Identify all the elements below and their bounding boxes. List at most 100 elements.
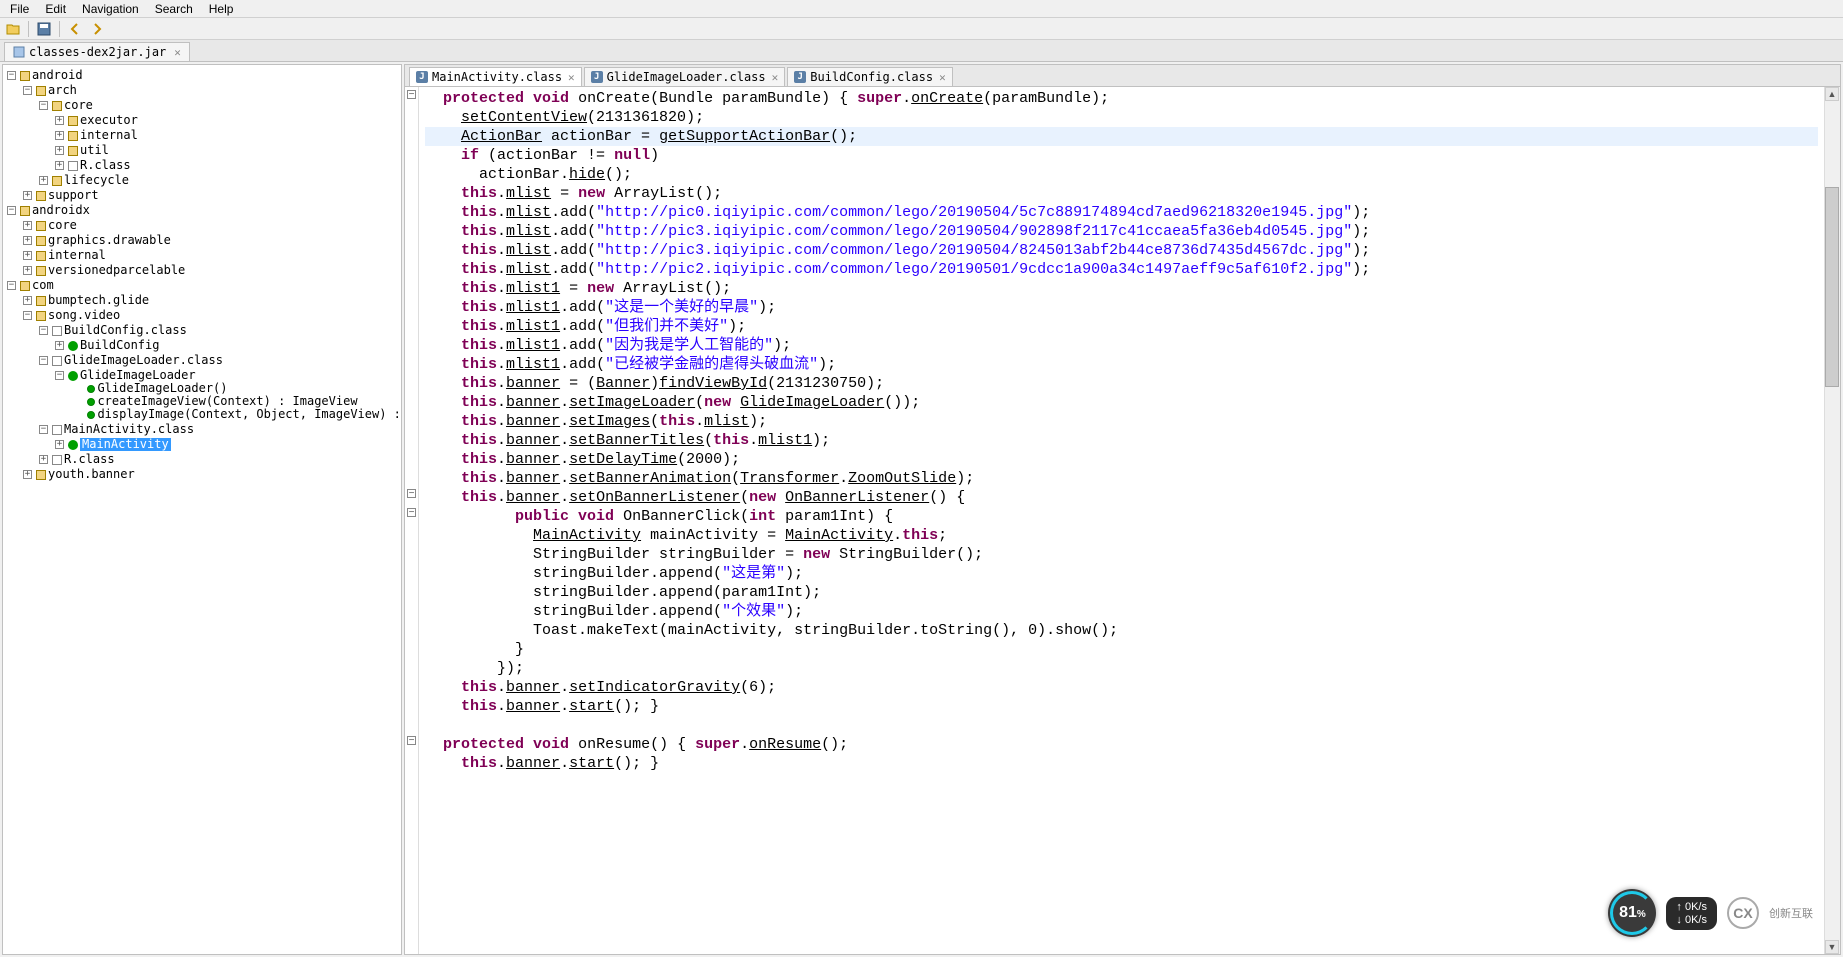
menu-navigation[interactable]: Navigation <box>76 1 145 17</box>
class-icon <box>68 341 78 351</box>
tree-node-youth-banner[interactable]: + youth.banner <box>23 468 135 481</box>
scroll-down-icon[interactable]: ▼ <box>1825 940 1839 954</box>
tree-node-executor[interactable]: + executor <box>55 114 138 127</box>
vertical-scrollbar[interactable]: ▲ ▼ <box>1824 87 1840 954</box>
package-icon <box>36 86 46 96</box>
editor-tab-buildconfig[interactable]: J BuildConfig.class ✕ <box>787 67 952 86</box>
fold-marker-icon[interactable]: − <box>407 90 416 99</box>
tree-node-bumptech-glide[interactable]: + bumptech.glide <box>23 294 149 307</box>
class-file-icon <box>52 455 62 465</box>
package-icon <box>36 236 46 246</box>
package-icon <box>52 176 62 186</box>
editor-tab-label: BuildConfig.class <box>810 70 933 84</box>
java-class-icon: J <box>416 71 428 83</box>
package-icon <box>36 311 46 321</box>
tree-node-song-video[interactable]: − song.video <box>23 309 120 322</box>
tree-node-buildconfig-class[interactable]: − BuildConfig.class <box>39 324 187 337</box>
cpu-usage-badge[interactable]: 81% <box>1608 889 1656 937</box>
tree-node-glideimageloader-class[interactable]: − GlideImageLoader.class <box>39 354 223 367</box>
toolbar-separator <box>28 21 29 37</box>
scroll-up-icon[interactable]: ▲ <box>1825 87 1839 101</box>
tree-node-arch[interactable]: − arch <box>23 84 77 97</box>
class-icon <box>68 440 78 450</box>
save-icon[interactable] <box>35 20 53 38</box>
package-icon <box>36 221 46 231</box>
package-icon <box>20 281 30 291</box>
tree-node-graphics-drawable[interactable]: + graphics.drawable <box>23 234 171 247</box>
package-icon <box>36 470 46 480</box>
package-icon <box>36 191 46 201</box>
cpu-value: 81% <box>1619 904 1646 922</box>
package-icon <box>52 101 62 111</box>
fold-marker-icon[interactable]: − <box>407 736 416 745</box>
editor-tab-label: MainActivity.class <box>432 70 562 84</box>
tree-node-util[interactable]: + util <box>55 144 109 157</box>
open-file-icon[interactable] <box>4 20 22 38</box>
tree-node-buildconfig[interactable]: + BuildConfig <box>55 339 159 352</box>
method-icon <box>87 398 95 406</box>
close-tab-icon[interactable]: ✕ <box>568 71 575 84</box>
back-icon[interactable] <box>66 20 84 38</box>
system-overlay: 81% ↑ 0K/s ↓ 0K/s CX 创新互联 <box>1608 889 1813 937</box>
tree-node-versionedparcelable[interactable]: + versionedparcelable <box>23 264 185 277</box>
editor-tab-mainactivity[interactable]: J MainActivity.class ✕ <box>409 67 582 86</box>
package-icon <box>68 146 78 156</box>
java-class-icon: J <box>591 71 603 83</box>
tree-node-androidx-core[interactable]: + core <box>23 219 77 232</box>
tree-node-android[interactable]: − android <box>7 69 83 82</box>
editor-panel: J MainActivity.class ✕ J GlideImageLoade… <box>404 64 1841 955</box>
file-tab-jar[interactable]: classes-dex2jar.jar ✕ <box>4 42 190 61</box>
tree-node-rclass-sv[interactable]: + R.class <box>39 453 115 466</box>
brand-text: 创新互联 <box>1769 905 1813 921</box>
net-down: ↓ 0K/s <box>1676 914 1707 926</box>
forward-icon[interactable] <box>88 20 106 38</box>
tree-node-rclass[interactable]: + R.class <box>55 159 131 172</box>
tree-node-com[interactable]: − com <box>7 279 54 292</box>
class-icon <box>68 371 78 381</box>
tree-node-lifecycle[interactable]: + lifecycle <box>39 174 129 187</box>
package-icon <box>36 251 46 261</box>
tree-node-internal[interactable]: + internal <box>55 129 138 142</box>
tree-node-core[interactable]: − core <box>39 99 93 112</box>
method-icon <box>87 411 95 419</box>
tree-node-mainactivity-class[interactable]: − MainActivity.class <box>39 423 194 436</box>
code-editor[interactable]: − − − − protected void onCreate(Bundle p… <box>405 87 1840 954</box>
scroll-thumb[interactable] <box>1825 187 1839 387</box>
brand-logo-icon[interactable]: CX <box>1727 897 1759 929</box>
java-class-icon: J <box>794 71 806 83</box>
class-file-icon <box>52 425 62 435</box>
fold-marker-icon[interactable]: − <box>407 489 416 498</box>
toolbar-separator-2 <box>59 21 60 37</box>
package-icon <box>68 116 78 126</box>
fold-marker-icon[interactable]: − <box>407 508 416 517</box>
package-icon <box>68 131 78 141</box>
editor-tab-bar: J MainActivity.class ✕ J GlideImageLoade… <box>405 65 1840 87</box>
tree-node-androidx-internal[interactable]: + internal <box>23 249 106 262</box>
fold-gutter[interactable]: − − − − <box>405 87 419 954</box>
selected-item: MainActivity <box>80 438 171 451</box>
tree-node-displayimage[interactable]: displayImage(Context, Object, ImageView)… <box>71 408 402 421</box>
editor-tab-glideimageloader[interactable]: J GlideImageLoader.class ✕ <box>584 67 786 86</box>
package-icon <box>36 266 46 276</box>
close-tab-icon[interactable]: ✕ <box>939 71 946 84</box>
close-tab-icon[interactable]: ✕ <box>174 46 181 59</box>
code-body[interactable]: protected void onCreate(Bundle paramBund… <box>419 87 1824 954</box>
menu-file[interactable]: File <box>4 1 35 17</box>
package-icon <box>20 71 30 81</box>
tree-node-androidx[interactable]: − androidx <box>7 204 90 217</box>
menu-search[interactable]: Search <box>149 1 199 17</box>
jar-file-icon <box>13 46 25 58</box>
tree-node-mainactivity[interactable]: + MainActivity <box>55 438 171 451</box>
menu-bar: File Edit Navigation Search Help <box>0 0 1843 18</box>
class-file-icon <box>52 326 62 336</box>
menu-edit[interactable]: Edit <box>39 1 72 17</box>
editor-tab-label: GlideImageLoader.class <box>607 70 766 84</box>
menu-help[interactable]: Help <box>203 1 240 17</box>
class-file-icon <box>52 356 62 366</box>
close-tab-icon[interactable]: ✕ <box>772 71 779 84</box>
package-tree[interactable]: − android − arch − core + executor + int… <box>2 64 402 955</box>
package-icon <box>20 206 30 216</box>
tree-node-support[interactable]: + support <box>23 189 99 202</box>
network-speed-badge[interactable]: ↑ 0K/s ↓ 0K/s <box>1666 897 1717 930</box>
file-tab-label: classes-dex2jar.jar <box>29 45 166 59</box>
